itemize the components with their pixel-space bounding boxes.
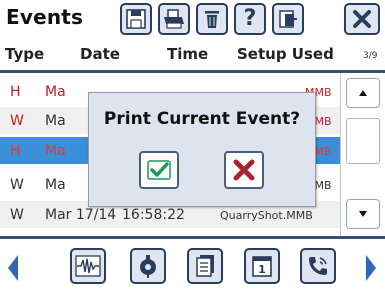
- page-title: Events: [6, 5, 84, 29]
- help-button[interactable]: ?: [234, 3, 266, 35]
- save-button[interactable]: [120, 3, 152, 35]
- geophone-icon: [140, 255, 156, 278]
- print-icon: [164, 9, 184, 29]
- header-divider: [0, 70, 385, 73]
- event-date: Ma: [45, 84, 66, 100]
- print-dialog: Print Current Event?: [88, 92, 316, 207]
- close-icon: [233, 159, 255, 181]
- next-arrow-icon[interactable]: [366, 255, 376, 281]
- column-header-time[interactable]: Time: [167, 45, 208, 67]
- event-time: 16:58:22: [122, 207, 185, 223]
- event-date: Ma: [45, 113, 66, 129]
- report-button[interactable]: [187, 248, 223, 284]
- previous-arrow-icon[interactable]: [8, 255, 18, 281]
- close-button[interactable]: [344, 3, 380, 35]
- phone-button[interactable]: [300, 248, 336, 284]
- event-date: Ma: [45, 143, 66, 159]
- phone-icon: [309, 257, 327, 275]
- column-header-setup[interactable]: Setup Used: [237, 45, 334, 67]
- svg-text:1: 1: [258, 263, 266, 276]
- event-date: Mar 17/14: [45, 207, 117, 223]
- column-header-date[interactable]: Date: [80, 45, 120, 67]
- exit-button[interactable]: [272, 3, 304, 35]
- arrow-up-icon: [359, 90, 367, 96]
- delete-icon: [205, 11, 219, 28]
- checkmark-icon: [147, 160, 171, 180]
- help-icon: ?: [243, 6, 257, 31]
- report-icon: [196, 255, 214, 277]
- toolbar: Events ?: [0, 0, 385, 38]
- event-setup: QuarryShot.MMB: [220, 209, 313, 222]
- event-type: H: [10, 143, 21, 159]
- waveform-icon: [75, 255, 101, 277]
- event-date: Ma: [45, 177, 66, 193]
- scroll-up-button[interactable]: [346, 78, 380, 108]
- print-button[interactable]: [158, 3, 190, 35]
- delete-button[interactable]: [196, 3, 228, 35]
- close-icon: [353, 10, 371, 28]
- scroll-down-button[interactable]: [346, 199, 380, 229]
- scroll-thumb[interactable]: [346, 118, 380, 164]
- calendar-button[interactable]: 1: [244, 248, 280, 284]
- confirm-button[interactable]: [139, 151, 179, 189]
- event-type: H: [10, 84, 21, 100]
- save-icon: [126, 9, 146, 29]
- event-type: W: [10, 113, 24, 129]
- geophone-button[interactable]: [130, 248, 166, 284]
- column-header-type[interactable]: Type: [5, 45, 44, 67]
- cancel-button[interactable]: [224, 151, 264, 189]
- arrow-down-icon: [359, 211, 367, 217]
- calendar-icon: 1: [252, 256, 272, 277]
- dialog-title: Print Current Event?: [103, 109, 301, 129]
- event-type: W: [10, 177, 24, 193]
- waveform-button[interactable]: [70, 248, 106, 284]
- exit-icon: [279, 10, 297, 28]
- event-type: W: [10, 207, 24, 223]
